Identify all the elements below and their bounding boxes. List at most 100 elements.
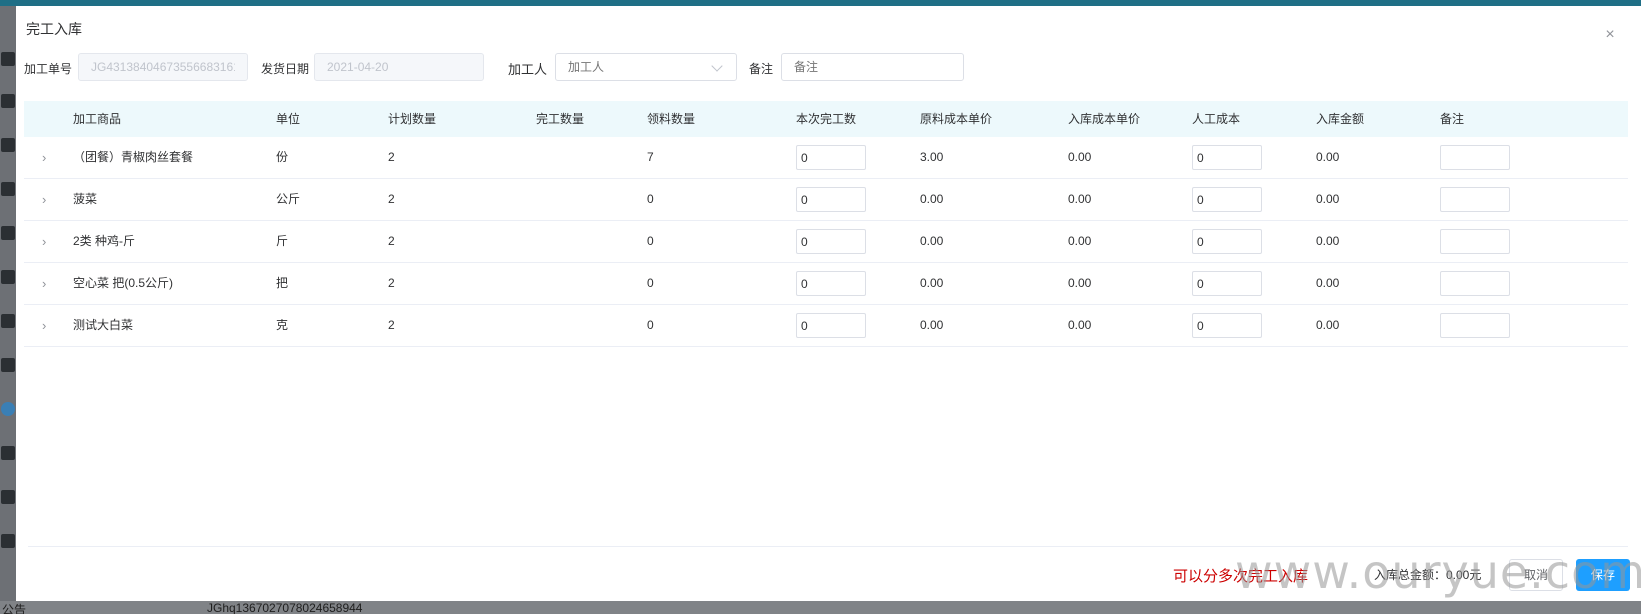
monitor-icon	[1, 446, 15, 460]
footer-divider	[28, 546, 1628, 547]
chevron-right-icon[interactable]: ›	[42, 179, 54, 220]
multi-batch-hint: 可以分多次完工入库	[1173, 568, 1309, 585]
col-product: 加工商品	[73, 112, 122, 126]
cell-inbound-cost: 0.00	[1068, 276, 1092, 290]
col-unit: 单位	[276, 112, 301, 126]
this-completed-input[interactable]	[796, 187, 866, 212]
col-material-cost: 原料成本单价	[920, 112, 993, 126]
cell-planned: 2	[388, 192, 395, 206]
col-amount: 入库金额	[1316, 112, 1365, 126]
this-completed-input[interactable]	[796, 145, 866, 170]
cell-planned: 2	[388, 234, 395, 248]
save-button[interactable]: 保存	[1576, 559, 1630, 591]
cloud-icon	[1, 402, 15, 416]
truck-icon	[1, 490, 15, 504]
cell-material-cost: 0.00	[920, 192, 944, 206]
cell-unit: 份	[276, 150, 289, 164]
table-row: › 空心菜 把(0.5公斤) 把 2 0 0.00 0.00 0.00	[24, 263, 1628, 305]
table-header: 加工商品 单位 计划数量 完工数量 领料数量 本次完工数 原料成本单价 入库成本…	[24, 101, 1628, 137]
user-icon	[1, 138, 15, 152]
building-icon	[1, 358, 15, 372]
this-completed-input[interactable]	[796, 271, 866, 296]
chart-icon	[1, 314, 15, 328]
col-inbound-cost: 入库成本单价	[1068, 112, 1141, 126]
cell-amount: 0.00	[1316, 276, 1340, 290]
col-this-completed: 本次完工数	[796, 112, 857, 126]
ship-date-label: 发货日期	[261, 62, 310, 76]
remark-label: 备注	[749, 62, 774, 76]
table-row: › 2类 种鸡-斤 斤 2 0 0.00 0.00 0.00	[24, 221, 1628, 263]
cell-unit: 克	[276, 318, 289, 332]
chevron-right-icon[interactable]: ›	[42, 221, 54, 262]
labor-cost-input[interactable]	[1192, 187, 1262, 212]
cell-material-cost: 0.00	[920, 318, 944, 332]
cell-picked: 0	[647, 318, 654, 332]
labor-cost-input[interactable]	[1192, 271, 1262, 296]
cell-amount: 0.00	[1316, 150, 1340, 164]
clipboard-icon	[1, 52, 15, 66]
order-no-field[interactable]	[78, 53, 248, 81]
basket-icon	[1, 182, 15, 196]
cell-planned: 2	[388, 150, 395, 164]
server-icon	[1, 226, 15, 240]
this-completed-input[interactable]	[796, 313, 866, 338]
chevron-right-icon[interactable]: ›	[42, 263, 54, 304]
dialog-title: 完工入库	[26, 21, 82, 37]
cell-amount: 0.00	[1316, 234, 1340, 248]
cell-amount: 0.00	[1316, 192, 1340, 206]
film-icon	[1, 534, 15, 548]
cell-product: （团餐）青椒肉丝套餐	[73, 150, 194, 164]
cell-material-cost: 3.00	[920, 150, 944, 164]
background-sidebar	[0, 6, 16, 614]
cell-product: 2类 种鸡-斤	[73, 234, 136, 248]
cell-inbound-cost: 0.00	[1068, 150, 1092, 164]
remark-input[interactable]	[1440, 187, 1510, 212]
labor-cost-input[interactable]	[1192, 313, 1262, 338]
cell-unit: 公斤	[276, 192, 301, 206]
order-no-label: 加工单号	[24, 62, 73, 76]
labor-cost-input[interactable]	[1192, 145, 1262, 170]
close-icon[interactable]: ×	[1603, 27, 1617, 43]
table-row: › 测试大白菜 克 2 0 0.00 0.00 0.00	[24, 305, 1628, 347]
cell-product: 空心菜 把(0.5公斤)	[73, 276, 174, 290]
col-planned: 计划数量	[388, 112, 437, 126]
col-picked: 领料数量	[647, 112, 696, 126]
remark-input[interactable]	[1440, 229, 1510, 254]
cell-material-cost: 0.00	[920, 234, 944, 248]
this-completed-input[interactable]	[796, 229, 866, 254]
cell-picked: 0	[647, 276, 654, 290]
cell-amount: 0.00	[1316, 318, 1340, 332]
worker-select-input[interactable]	[555, 53, 737, 81]
background-bottom-strip: 公告 JGhq1367027078024658944	[0, 601, 1641, 614]
remark-field[interactable]	[781, 53, 964, 81]
inbound-total: 入库总金额：0.00元	[1374, 568, 1482, 582]
table-row: › （团餐）青椒肉丝套餐 份 2 7 3.00 0.00 0.00	[24, 137, 1628, 179]
cancel-button[interactable]: 取消	[1509, 559, 1563, 591]
worker-label: 加工人	[508, 62, 548, 77]
cell-picked: 7	[647, 150, 654, 164]
col-remark: 备注	[1440, 112, 1465, 126]
background-order-no: JGhq1367027078024658944	[207, 601, 363, 614]
cell-unit: 把	[276, 276, 289, 290]
table-row: › 菠菜 公斤 2 0 0.00 0.00 0.00	[24, 179, 1628, 221]
col-labor-cost: 人工成本	[1192, 112, 1241, 126]
cell-picked: 0	[647, 234, 654, 248]
cell-inbound-cost: 0.00	[1068, 318, 1092, 332]
cell-unit: 斤	[276, 234, 289, 248]
chevron-right-icon[interactable]: ›	[42, 305, 54, 346]
cell-inbound-cost: 0.00	[1068, 192, 1092, 206]
background-announcement: 公告	[2, 603, 27, 614]
cell-inbound-cost: 0.00	[1068, 234, 1092, 248]
remark-input[interactable]	[1440, 145, 1510, 170]
cell-product: 菠菜	[73, 192, 98, 206]
box-icon	[1, 94, 15, 108]
labor-cost-input[interactable]	[1192, 229, 1262, 254]
cell-picked: 0	[647, 192, 654, 206]
chevron-right-icon[interactable]: ›	[42, 137, 54, 178]
remark-input[interactable]	[1440, 271, 1510, 296]
wallet-icon	[1, 270, 15, 284]
cell-planned: 2	[388, 276, 395, 290]
ship-date-field[interactable]	[314, 53, 484, 81]
cell-planned: 2	[388, 318, 395, 332]
remark-input[interactable]	[1440, 313, 1510, 338]
